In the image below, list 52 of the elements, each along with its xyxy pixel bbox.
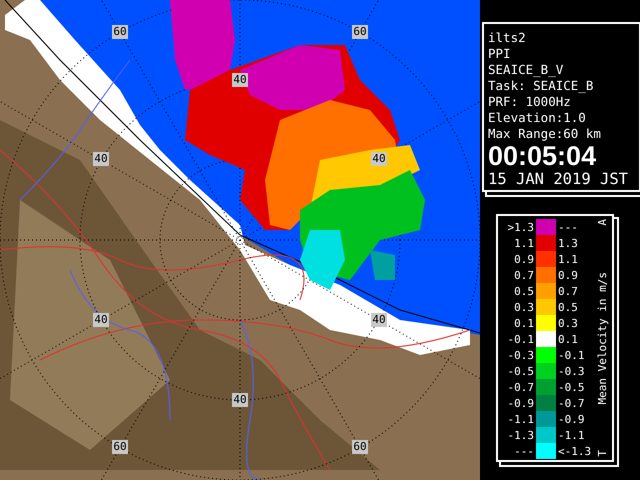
range-label: 40 [371,152,387,166]
legend-label: -0.3 [557,364,586,378]
legend-label: -0.7 [506,380,535,394]
legend-label: -1.1 [506,412,535,426]
legend-label: -0.5 [506,364,535,378]
legend-label: -0.9 [506,396,535,410]
legend-label: 0.1 [557,332,579,346]
legend-label: 0.5 [557,300,579,314]
time-text: 00:05:04 [488,142,598,170]
legend-label: 0.9 [557,268,579,282]
range-label: 60 [352,25,368,39]
legend-label: -0.7 [557,396,586,410]
legend-title: Mean Velocity in m/s [596,272,610,404]
legend-label: 0.3 [557,316,579,330]
legend-label: <-1.3 [557,444,592,458]
info-line: PPI [488,46,512,62]
legend-label: -1.3 [506,428,535,442]
legend-label: 0.9 [513,252,535,266]
legend-label: -0.5 [557,380,586,394]
info-line: ilts2 [488,30,527,46]
legend-label: 0.3 [513,300,535,314]
legend-label: 0.1 [513,316,535,330]
legend-label: -0.3 [506,348,535,362]
info-line: Elevation:1.0 [488,110,587,126]
range-label: 60 [112,25,128,39]
range-label: 60 [112,440,128,454]
info-line: SEAICE_B_V [488,62,564,78]
info-line: PRF: 1000Hz [488,94,572,110]
legend-label: --- [557,220,579,234]
range-label: 40 [93,152,109,166]
legend-label: 1.1 [513,236,535,250]
date-text: 15 JAN 2019 JST [488,170,629,189]
legend-label: -0.9 [557,412,586,426]
range-label: 40 [371,313,387,327]
info-line: Max Range:60 km [488,126,602,142]
range-label: 40 [232,393,248,407]
legend-label: -0.1 [506,332,535,346]
legend-mark: A [596,219,610,226]
range-label: 40 [232,73,248,87]
legend-label: 1.3 [557,236,579,250]
legend-label: -0.1 [557,348,586,362]
info-line: Task: SEAICE_B [488,78,594,94]
legend-label: 0.5 [513,284,535,298]
legend-label: 0.7 [557,284,579,298]
legend-label: 1.1 [557,252,579,266]
legend-mark: T [596,450,610,457]
legend-label: 0.7 [513,268,535,282]
legend-label: --- [513,444,535,458]
legend-label: >1.3 [506,220,535,234]
range-label: 40 [93,313,109,327]
range-label: 60 [352,440,368,454]
legend-label: -1.1 [557,428,586,442]
